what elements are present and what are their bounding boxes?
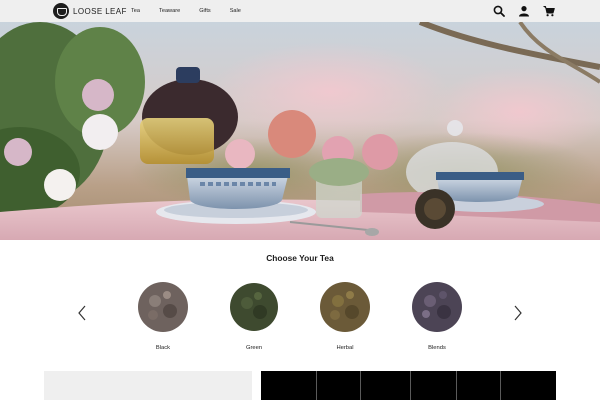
tea-label-black: Black [155,345,171,351]
blends-tea-leaves-image [412,282,462,332]
section-title: Choose Your Tea [266,253,334,263]
cart-icon[interactable] [543,5,555,17]
promo-tile-right[interactable] [261,371,556,400]
brand-logo[interactable]: LOOSE LEAF [53,3,127,19]
tile-divider [410,371,411,400]
main-nav: Tea Teaware Gifts Sale [131,0,260,22]
tile-divider [360,371,361,400]
tea-label-green: Green [245,345,263,351]
tea-category-herbal[interactable]: Herbal [315,281,375,355]
nav-item-teaware[interactable]: Teaware [159,8,180,14]
chevron-left-icon[interactable] [76,305,88,321]
header-actions [480,0,555,22]
nav-item-sale[interactable]: Sale [230,8,241,14]
chevron-right-icon[interactable] [512,305,524,321]
tile-divider [316,371,317,400]
black-tea-leaves-image [138,282,188,332]
tile-divider [500,371,501,400]
tea-table-scene-image [0,22,600,240]
nav-item-tea[interactable]: Tea [131,8,140,14]
green-tea-leaves-image [230,283,278,331]
tile-divider [456,371,457,400]
brand-name: LOOSE LEAF [73,6,127,16]
teacup-logo-icon [53,3,69,19]
nav-item-gifts[interactable]: Gifts [199,8,211,14]
tea-category-blends[interactable]: Blends [407,281,467,355]
hero-banner[interactable] [0,22,600,240]
tea-category-green[interactable]: Green [224,281,284,355]
tea-category-black[interactable]: Black [133,281,193,355]
tea-label-herbal: Herbal [336,345,354,351]
site-header: LOOSE LEAF Tea Teaware Gifts Sale [0,0,600,22]
promo-tile-left[interactable] [44,371,252,400]
herbal-tea-leaves-image [320,282,370,332]
tea-label-blends: Blends [428,345,446,351]
account-icon[interactable] [518,5,530,17]
search-icon[interactable] [493,5,505,17]
